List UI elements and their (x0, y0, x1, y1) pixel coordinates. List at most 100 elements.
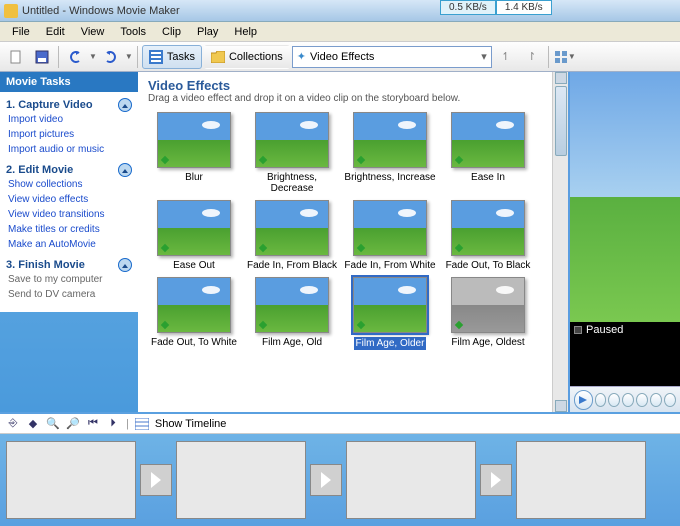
content-subheading: Drag a video effect and drop it on a vid… (148, 93, 542, 104)
effect-label: Fade Out, To White (148, 337, 240, 348)
effect-item[interactable]: Film Age, Oldest (442, 277, 534, 350)
effect-item[interactable]: Brightness, Increase (344, 112, 436, 194)
effect-item[interactable]: Fade In, From White (344, 200, 436, 271)
scrollbar[interactable] (552, 72, 568, 412)
transition-slot[interactable] (140, 464, 172, 496)
toolbar: ▼ ▼ Tasks Collections ✦ Video Effects ▾ … (0, 42, 680, 72)
main-area: Movie Tasks 1. Capture Video Import vide… (0, 72, 680, 412)
preview-status: Paused (570, 322, 680, 338)
play-button[interactable] (574, 390, 593, 410)
effect-label: Film Age, Oldest (442, 337, 534, 348)
link-video-transitions[interactable]: View video transitions (6, 207, 132, 222)
timeline-marker-icon[interactable]: ⎆ (6, 417, 20, 431)
next-button[interactable] (650, 393, 662, 407)
star-icon: ✦ (297, 50, 306, 63)
prev-button[interactable] (595, 393, 607, 407)
effect-item[interactable]: Fade In, From Black (246, 200, 338, 271)
effect-label: Fade Out, To Black (442, 260, 534, 271)
up-button[interactable]: ↿ (494, 45, 518, 69)
tasks-button[interactable]: Tasks (142, 45, 202, 69)
nav-button[interactable]: ↾ (520, 45, 544, 69)
scroll-down-arrow[interactable] (555, 400, 567, 412)
split-button[interactable] (664, 393, 676, 407)
effect-item[interactable]: Ease Out (148, 200, 240, 271)
undo-button[interactable] (63, 45, 87, 69)
clip-slot[interactable] (516, 441, 646, 519)
scroll-up-arrow[interactable] (555, 72, 567, 84)
collections-button[interactable]: Collections (204, 45, 290, 69)
effect-label: Ease In (442, 172, 534, 183)
redo-button[interactable] (99, 45, 123, 69)
transition-slot[interactable] (480, 464, 512, 496)
effect-thumb (353, 200, 427, 256)
effect-thumb (157, 112, 231, 168)
collapse-icon[interactable] (118, 163, 132, 177)
clip-slot[interactable] (6, 441, 136, 519)
stop-button[interactable] (622, 393, 634, 407)
effect-item[interactable]: Film Age, Old (246, 277, 338, 350)
new-button[interactable] (4, 45, 28, 69)
transition-slot[interactable] (310, 464, 342, 496)
menu-clip[interactable]: Clip (154, 24, 189, 40)
link-automovie[interactable]: Make an AutoMovie (6, 237, 132, 252)
app-icon (4, 4, 18, 18)
collapse-icon[interactable] (118, 258, 132, 272)
effect-item[interactable]: Film Age, Older (344, 277, 436, 350)
effect-thumb (451, 277, 525, 333)
link-show-collections[interactable]: Show collections (6, 177, 132, 192)
effect-label: Brightness, Decrease (246, 172, 338, 194)
menu-edit[interactable]: Edit (38, 24, 73, 40)
effect-label: Film Age, Old (246, 337, 338, 348)
effect-item[interactable]: Brightness, Decrease (246, 112, 338, 194)
effect-item[interactable]: Ease In (442, 112, 534, 194)
menu-file[interactable]: File (4, 24, 38, 40)
clip-slot[interactable] (176, 441, 306, 519)
link-titles-credits[interactable]: Make titles or credits (6, 222, 132, 237)
rewind-icon[interactable]: ⏮ (86, 417, 100, 431)
zoom-in-icon[interactable]: 🔍 (46, 417, 60, 431)
menu-play[interactable]: Play (189, 24, 226, 40)
task-pane-header: Movie Tasks (0, 72, 138, 92)
link-save-computer[interactable]: Save to my computer (6, 272, 132, 287)
timeline-icon (135, 417, 149, 431)
effect-thumb (451, 112, 525, 168)
effect-thumb (157, 277, 231, 333)
storyboard[interactable] (0, 434, 680, 526)
menu-help[interactable]: Help (226, 24, 265, 40)
task-group-capture: 1. Capture Video Import video Import pic… (0, 92, 138, 312)
scroll-thumb[interactable] (555, 86, 567, 156)
link-import-pictures[interactable]: Import pictures (6, 127, 132, 142)
effect-item[interactable]: Fade Out, To Black (442, 200, 534, 271)
rewind-button[interactable] (608, 393, 620, 407)
timeline-person-icon[interactable]: ◆ (26, 417, 40, 431)
folder-icon (211, 51, 225, 63)
clip-slot[interactable] (346, 441, 476, 519)
title-text: Untitled - Windows Movie Maker (22, 5, 180, 17)
effect-item[interactable]: Fade Out, To White (148, 277, 240, 350)
effect-label: Blur (148, 172, 240, 183)
play-timeline-icon[interactable]: ⏵ (106, 417, 120, 431)
preview-pane: Paused (568, 72, 680, 412)
net-up: 1.4 KB/s (496, 0, 552, 15)
effect-label: Ease Out (148, 260, 240, 271)
effects-grid: Blur Brightness, Decrease Brightness, Incr… (148, 112, 542, 350)
forward-button[interactable] (636, 393, 648, 407)
menu-view[interactable]: View (73, 24, 113, 40)
menu-tools[interactable]: Tools (112, 24, 154, 40)
effect-label: Fade In, From White (344, 260, 436, 271)
collapse-icon[interactable] (118, 98, 132, 112)
effect-item[interactable]: Blur (148, 112, 240, 194)
preview-monitor (570, 72, 680, 322)
chevron-down-icon: ▾ (481, 50, 487, 63)
link-import-video[interactable]: Import video (6, 112, 132, 127)
link-video-effects[interactable]: View video effects (6, 192, 132, 207)
save-button[interactable] (30, 45, 54, 69)
zoom-out-icon[interactable]: 🔎 (66, 417, 80, 431)
timeline-toolbar: ⎆ ◆ 🔍 🔎 ⏮ ⏵ | Show Timeline (0, 412, 680, 434)
views-button[interactable]: ▼ (553, 45, 577, 69)
link-import-audio[interactable]: Import audio or music (6, 142, 132, 157)
show-timeline-link[interactable]: Show Timeline (155, 418, 227, 430)
effect-thumb (255, 277, 329, 333)
link-send-dv[interactable]: Send to DV camera (6, 287, 132, 302)
location-dropdown[interactable]: ✦ Video Effects ▾ (292, 46, 492, 68)
